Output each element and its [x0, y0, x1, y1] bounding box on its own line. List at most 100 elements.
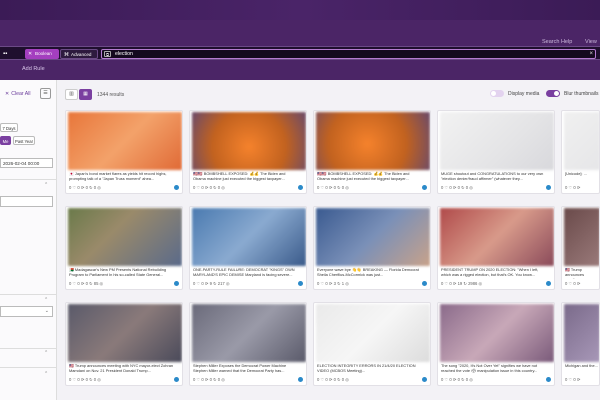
result-card[interactable]: PRESIDENT TRUMP ON 2020 ELECTION: "When …: [437, 206, 555, 290]
result-thumbnail[interactable]: [440, 112, 554, 170]
result-caption: 🇺🇸🇺🇸 BOMBSHELL EXPOSED: 💰💰 The Biden and…: [317, 171, 410, 181]
telegram-source-icon: [422, 281, 427, 286]
filter-select[interactable]: ⌄: [0, 306, 53, 317]
result-card[interactable]: [Unicode]: ... 0 ♡ 0 ⟳: [561, 110, 600, 194]
view-link[interactable]: View: [585, 39, 597, 45]
filter-input[interactable]: [0, 196, 53, 207]
boolean-mode-button[interactable]: ✕ Boolean: [25, 49, 59, 59]
result-card[interactable]: MUGE shoutout and CONGRATULATIONS to our…: [437, 110, 555, 194]
search-query: election: [115, 51, 133, 57]
result-caption: ONE-PARTY-RULE FAILURE: DEMOCRAT "KINGS"…: [193, 267, 295, 277]
result-stats: 0 ♡ 0 ⟳ 0 ↻ 0 ◎: [441, 377, 473, 382]
copy-icon[interactable]: ⧉: [104, 51, 111, 57]
result-caption: 🇺🇸 Trump announces meeting...: [565, 267, 585, 279]
add-rule-button[interactable]: Add Rule: [22, 66, 45, 72]
result-caption: ELECTION INTEGRITY ERRORS IN 21/4/20 ELE…: [317, 363, 416, 373]
result-card[interactable]: 🇺🇸 Trump announces meeting with NYC mayo…: [65, 302, 183, 386]
result-stats: 0 ♡ 0 ⟳ 0 ↻ 0 ◎: [193, 377, 225, 382]
clear-all-button[interactable]: ✕ Clear All: [5, 91, 31, 97]
result-thumbnail[interactable]: [68, 112, 182, 170]
divider: [0, 348, 56, 349]
result-card[interactable]: 🇺🇸🇺🇸 BOMBSHELL EXPOSED: 💰💰 The Biden and…: [189, 110, 307, 194]
result-thumbnail[interactable]: [316, 112, 430, 170]
result-card[interactable]: 🇲🇬 Madagascar's New PM Presents National…: [65, 206, 183, 290]
telegram-source-icon: [546, 185, 551, 190]
divider: [0, 179, 56, 180]
result-thumbnail[interactable]: [192, 112, 306, 170]
result-stats: 0 ♡ 0 ⟳ 0 ↻ 0 ◎: [317, 377, 349, 382]
result-card[interactable]: 🇯🇵 Japan's bond market flares as yields …: [65, 110, 183, 194]
filter-sidebar: ✕ Clear All ☰ 7 Days Me Past Year 2026-02…: [0, 80, 57, 400]
telegram-source-icon: [174, 281, 179, 286]
grid-view-toggle[interactable]: ▦: [79, 89, 92, 100]
close-icon: ✕: [5, 91, 10, 97]
result-thumbnail[interactable]: [192, 304, 306, 362]
result-card[interactable]: 🇺🇸🇺🇸 BOMBSHELL EXPOSED: 💰💰 The Biden and…: [313, 110, 431, 194]
display-media-label: Display media: [508, 91, 540, 97]
result-thumbnail[interactable]: [192, 208, 306, 266]
result-thumbnail[interactable]: [564, 112, 599, 170]
result-card[interactable]: 🇺🇸 Trump announces meeting... 0 ♡ 0 ⟳: [561, 206, 600, 290]
result-card[interactable]: Everyone wave bye 👋👋 BREAKING — Florida …: [313, 206, 431, 290]
result-thumbnail[interactable]: [68, 208, 182, 266]
search-bar: ▪▪ ✕ Boolean ⌘ Advanced ⧉ election ×: [0, 46, 600, 60]
search-input[interactable]: ⧉ election ×: [101, 49, 596, 59]
result-thumbnail[interactable]: [68, 304, 182, 362]
result-caption: Michigan and the...: [565, 363, 598, 368]
code-icon: ⌘: [64, 52, 69, 58]
result-caption: Stephen Miller Exposes the Democrat Powe…: [193, 363, 287, 373]
chevron-up-icon[interactable]: ⌃: [44, 182, 48, 188]
search-help-link[interactable]: Search Help: [542, 39, 572, 45]
blur-thumbnails-label: Blur thumbnails: [564, 91, 599, 97]
list-view-toggle[interactable]: ▥: [65, 89, 78, 100]
result-card[interactable]: ONE-PARTY-RULE FAILURE: DEMOCRAT "KINGS"…: [189, 206, 307, 290]
result-card[interactable]: ELECTION INTEGRITY ERRORS IN 21/4/20 ELE…: [313, 302, 431, 386]
result-card[interactable]: Michigan and the... 0 ♡ 0 ⟳: [561, 302, 600, 386]
result-caption: 🇺🇸 Trump announces meeting with NYC mayo…: [69, 363, 174, 373]
results-count: 1344 results: [97, 92, 125, 98]
clear-search-icon[interactable]: ×: [589, 50, 593, 59]
result-thumbnail[interactable]: [316, 208, 430, 266]
period-past-year[interactable]: Past Year: [13, 136, 35, 145]
result-stats: 0 ♡ 0 ⟳ 0 ↻ 0 ◎: [69, 377, 101, 382]
result-caption: MUGE shoutout and CONGRATULATIONS to our…: [441, 171, 544, 181]
result-caption: Everyone wave bye 👋👋 BREAKING — Florida …: [317, 267, 419, 277]
telegram-source-icon: [422, 377, 427, 382]
result-thumbnail[interactable]: [316, 304, 430, 362]
result-stats: 0 ♡ 0 ⟳: [565, 185, 581, 190]
result-stats: 0 ♡ 0 ⟳: [565, 281, 581, 286]
period-me[interactable]: Me: [0, 136, 11, 145]
grid-icon[interactable]: ▪▪: [3, 50, 15, 58]
result-caption: PRESIDENT TRUMP ON 2020 ELECTION: "When …: [441, 267, 539, 277]
result-thumbnail[interactable]: [440, 304, 554, 362]
blur-thumbnails-toggle[interactable]: [546, 90, 560, 97]
telegram-source-icon: [298, 185, 303, 190]
result-thumbnail[interactable]: [564, 208, 599, 266]
period-7-days[interactable]: 7 Days: [0, 123, 18, 132]
result-card[interactable]: Stephen Miller Exposes the Democrat Powe…: [189, 302, 307, 386]
result-thumbnail[interactable]: [440, 208, 554, 266]
result-caption: 🇺🇸🇺🇸 BOMBSHELL EXPOSED: 💰💰 The Biden and…: [193, 171, 286, 181]
chevron-up-icon[interactable]: ⌃: [44, 350, 48, 356]
result-caption: 🇲🇬 Madagascar's New PM Presents National…: [69, 267, 167, 277]
result-stats: 0 ♡ 0 ⟳ 9 ↻ 217 ◎: [193, 281, 230, 286]
result-card[interactable]: The song "2020, It's Not Over Yet" signi…: [437, 302, 555, 386]
telegram-source-icon: [174, 185, 179, 190]
divider: [0, 367, 56, 368]
date-input[interactable]: 2026-02-04 00:00: [0, 158, 53, 168]
result-stats: 0 ♡ 0 ⟳ 0 ↻ 0 ◎: [441, 185, 473, 190]
chevron-up-icon[interactable]: ⌃: [44, 371, 48, 377]
display-media-toggle[interactable]: [490, 90, 504, 97]
result-caption: The song "2020, It's Not Over Yet" signi…: [441, 363, 538, 373]
result-stats: 0 ♡ 0 ⟳ 19 ↻ 2986 ◎: [441, 281, 483, 286]
telegram-source-icon: [546, 281, 551, 286]
sidebar-collapse-icon[interactable]: ☰: [40, 88, 51, 99]
chevron-down-icon: ⌄: [44, 308, 49, 314]
top-banner: [0, 0, 600, 20]
result-thumbnail[interactable]: [564, 304, 599, 362]
telegram-source-icon: [174, 377, 179, 382]
result-caption: 🇯🇵 Japan's bond market flares as yields …: [69, 171, 167, 181]
chevron-up-icon[interactable]: ⌃: [44, 297, 48, 303]
result-caption: [Unicode]: ...: [565, 171, 587, 176]
advanced-mode-button[interactable]: ⌘ Advanced: [60, 49, 98, 59]
